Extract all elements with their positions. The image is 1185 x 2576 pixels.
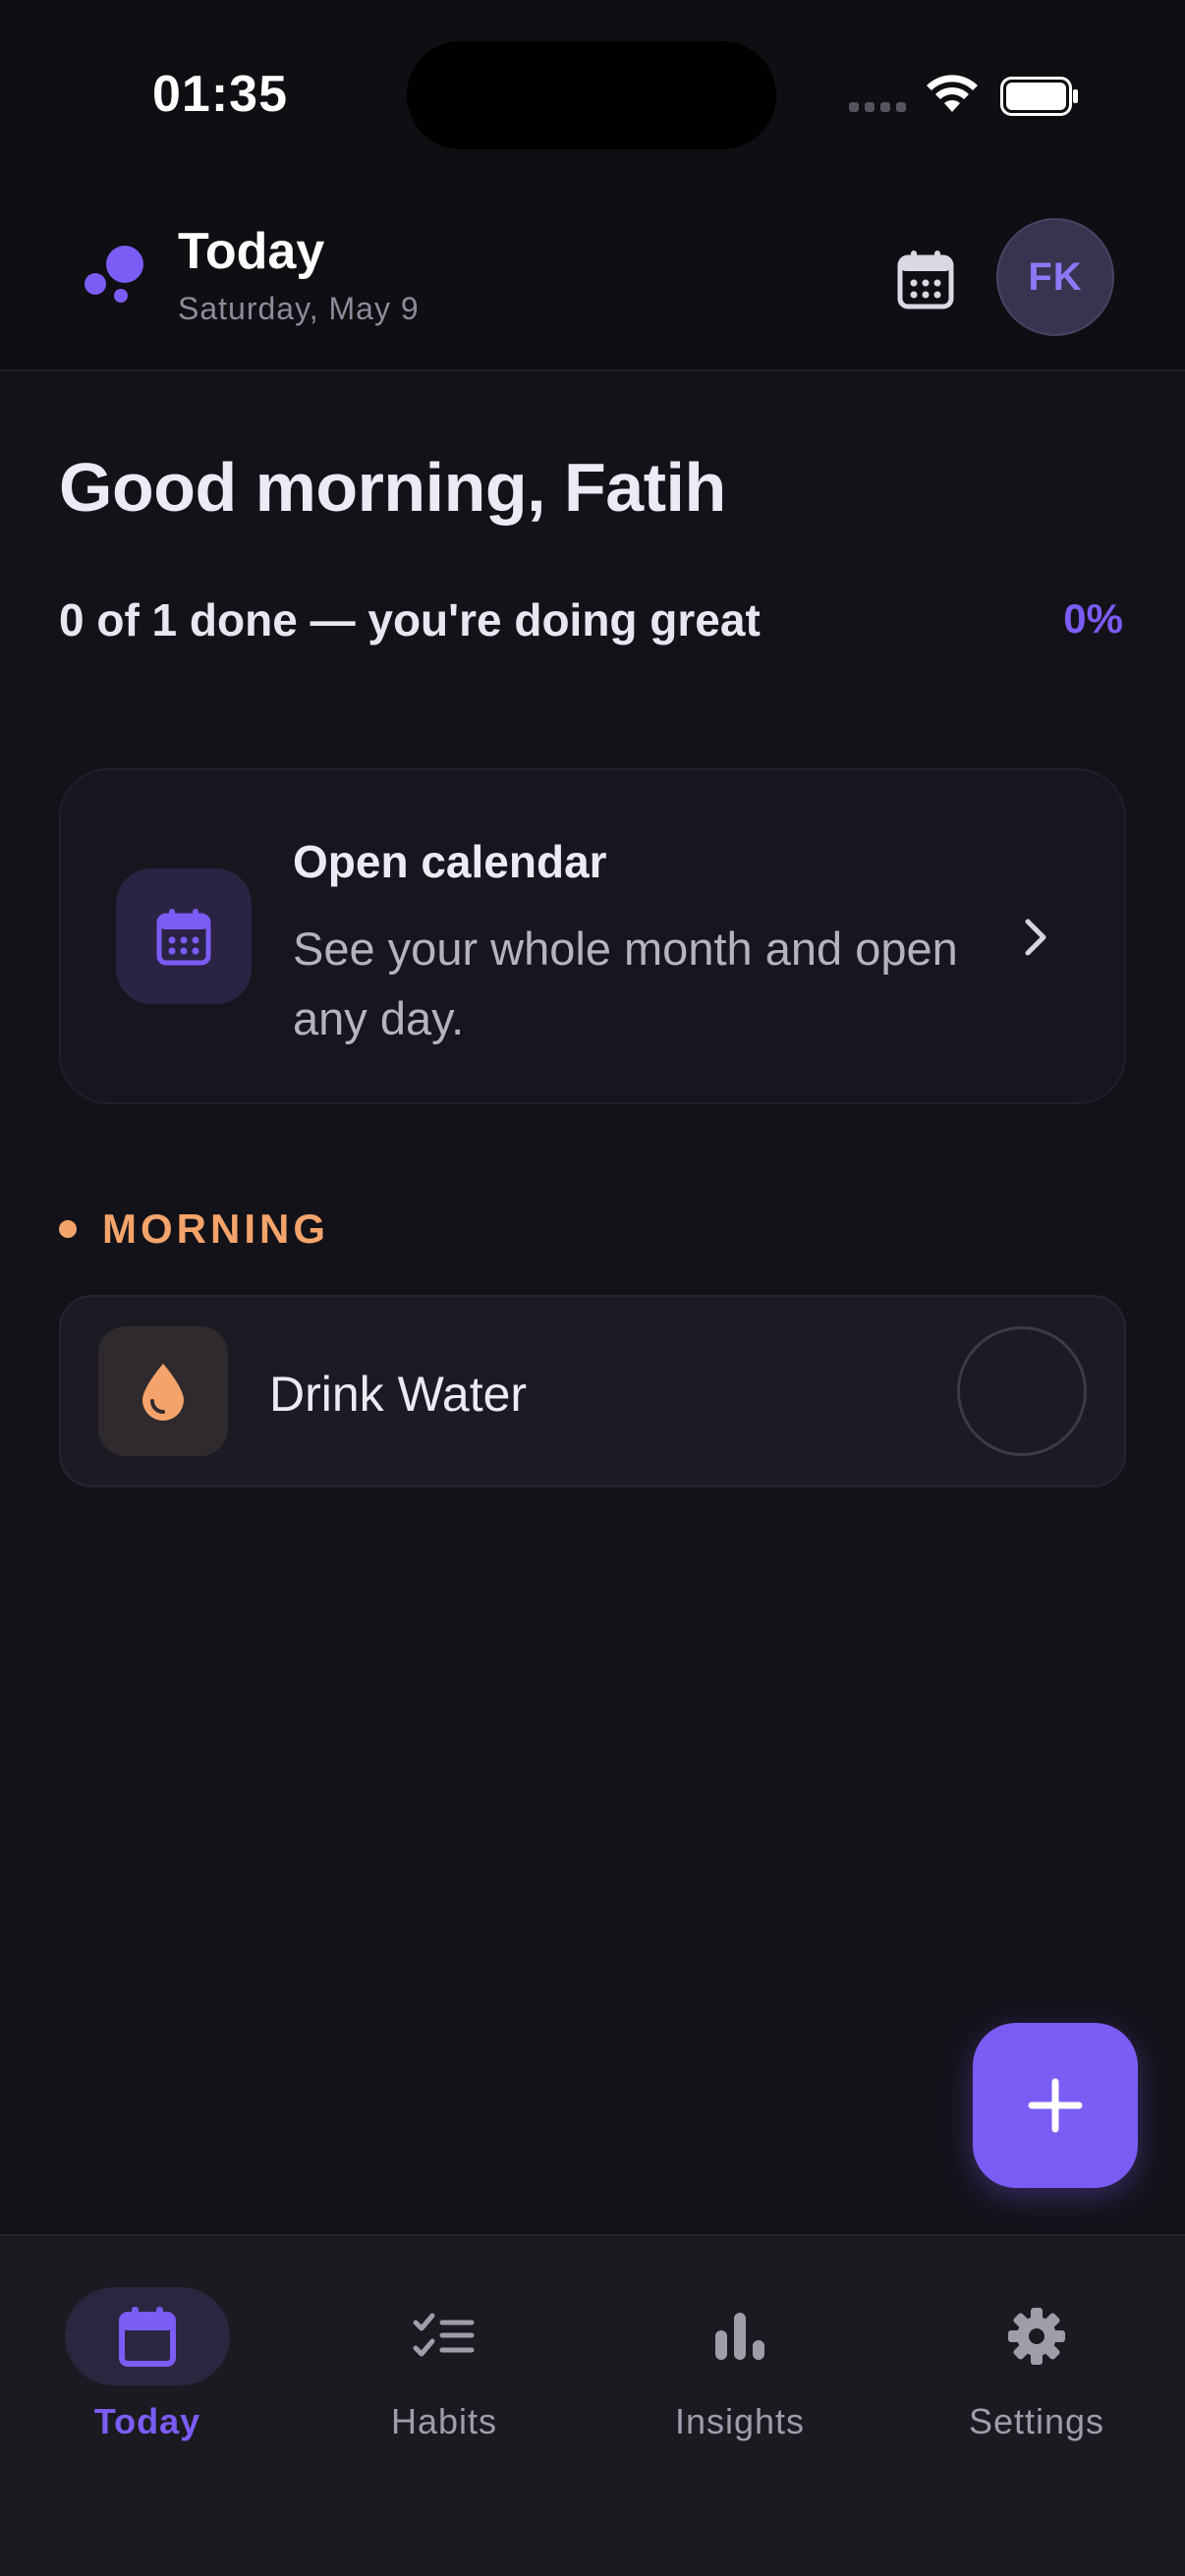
status-bar: 01:35 — [0, 0, 1185, 187]
greeting-heading: Good morning, Fatih — [59, 449, 726, 526]
nav-item-settings[interactable]: Settings — [889, 2262, 1184, 2458]
today-screen: 01:35 Today Saturday, May 9 FK Good morn… — [0, 0, 1185, 2576]
plus-icon — [1028, 2078, 1083, 2133]
status-time: 01:35 — [152, 66, 288, 123]
bottom-nav: Today Habits Insights Settings — [0, 2234, 1185, 2576]
nav-item-habits[interactable]: Habits — [297, 2262, 592, 2458]
nav-label: Settings — [968, 2401, 1105, 2441]
page-title: Today — [178, 223, 325, 280]
habit-row[interactable]: Drink Water — [59, 1295, 1126, 1487]
open-calendar-card[interactable]: Open calendar See your whole month and o… — [59, 768, 1126, 1104]
water-drop-icon — [142, 1364, 184, 1421]
cellular-signal-icon — [849, 102, 908, 116]
nav-label: Today — [93, 2401, 201, 2441]
progress-summary: 0 of 1 done — you're doing great — [59, 594, 761, 645]
calendar-card-subtitle: See your whole month and open any day. — [293, 923, 958, 1044]
battery-icon — [1000, 77, 1078, 116]
nav-item-today[interactable]: Today — [0, 2262, 295, 2458]
nav-label: Insights — [674, 2401, 806, 2441]
add-habit-button[interactable] — [973, 2023, 1138, 2188]
checklist-icon — [413, 2313, 475, 2357]
section-dot — [59, 1220, 77, 1238]
avatar[interactable]: FK — [996, 218, 1114, 336]
calendar-card-title: Open calendar — [293, 836, 607, 887]
nav-pill — [657, 2287, 822, 2385]
page-date: Saturday, May 9 — [178, 291, 420, 326]
nav-pill — [362, 2287, 527, 2385]
app-header: Today Saturday, May 9 FK — [0, 187, 1185, 371]
calendar-button[interactable] — [888, 242, 963, 316]
calendar-card-icon-tile — [116, 868, 252, 1004]
nav-label: Habits — [390, 2401, 498, 2441]
nav-pill — [65, 2287, 230, 2385]
app-logo-icon — [85, 246, 143, 305]
dynamic-island — [407, 41, 776, 149]
habit-complete-toggle[interactable] — [957, 1326, 1087, 1456]
calendar-icon — [897, 251, 954, 309]
calendar-icon — [119, 2307, 176, 2367]
gear-icon — [1008, 2308, 1065, 2365]
wifi-icon — [927, 75, 978, 112]
habit-name: Drink Water — [269, 1367, 528, 1422]
calendar-icon — [156, 909, 211, 966]
bar-chart-icon — [715, 2313, 764, 2360]
nav-pill — [954, 2287, 1119, 2385]
chevron-right-icon — [1025, 919, 1046, 956]
section-label-morning: MORNING — [102, 1205, 329, 1252]
nav-item-insights[interactable]: Insights — [592, 2262, 887, 2458]
habit-icon-tile — [98, 1326, 228, 1456]
progress-percent: 0% — [1063, 595, 1123, 642]
